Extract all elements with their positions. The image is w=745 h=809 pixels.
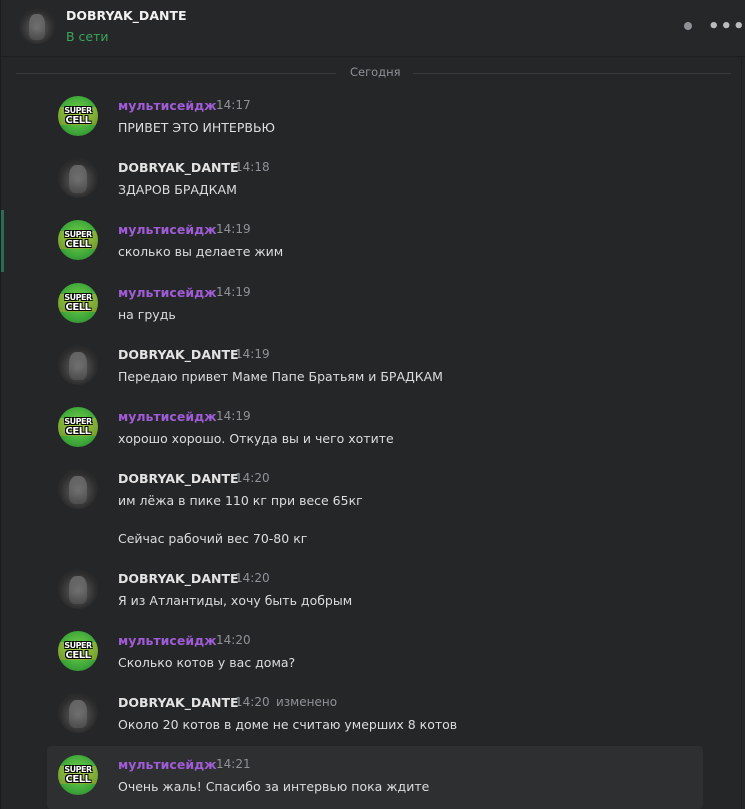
- message-text: хорошо хорошо. Откуда вы и чего хотите: [118, 431, 394, 446]
- contact-name[interactable]: DOBRYAK_DANTE: [66, 8, 187, 23]
- unread-indicator: [1, 210, 4, 272]
- avatar-logo-text: CELL: [65, 302, 91, 313]
- contact-avatar[interactable]: [19, 8, 55, 44]
- avatar-logo-text: SUPER: [64, 417, 92, 426]
- supercell-avatar[interactable]: SUPER CELL: [58, 407, 98, 447]
- message-text: Около 20 котов в доме не считаю умерших …: [118, 717, 458, 732]
- supercell-avatar[interactable]: SUPER CELL: [58, 96, 98, 136]
- avatar-logo-text: CELL: [65, 239, 91, 250]
- message-author[interactable]: мультисейдж: [118, 757, 217, 772]
- user-avatar[interactable]: [58, 158, 98, 198]
- avatar-logo-text: CELL: [65, 426, 91, 437]
- more-options-icon[interactable]: •••: [708, 16, 745, 37]
- user-avatar[interactable]: [58, 345, 98, 385]
- supercell-avatar[interactable]: SUPER CELL: [58, 220, 98, 260]
- message-text: ЗДАРОВ БРАДКАМ: [118, 182, 237, 197]
- chat-header: DOBRYAK_DANTE В сети •••: [1, 0, 745, 57]
- supercell-avatar[interactable]: SUPER CELL: [58, 631, 98, 671]
- message-author[interactable]: мультисейдж: [118, 409, 217, 424]
- message-text: Я из Атлантиды, хочу быть добрым: [118, 593, 353, 608]
- avatar-logo-text: CELL: [65, 115, 91, 126]
- message-text: сколько вы делаете жим: [118, 244, 284, 259]
- message-time: 14:20: [235, 571, 270, 585]
- message-author[interactable]: DOBRYAK_DANTE: [118, 695, 239, 710]
- date-divider-label: Сегодня: [350, 65, 401, 79]
- message-time: 14:17: [216, 98, 251, 112]
- status-dot-icon: [684, 22, 692, 30]
- message-text: Сколько котов у вас дома?: [118, 655, 296, 670]
- avatar-logo-text: CELL: [65, 650, 91, 661]
- edited-label: изменено: [276, 695, 338, 709]
- message-text: ПРИВЕТ ЭТО ИНТЕРВЬЮ: [118, 120, 276, 135]
- hovered-message-background: [47, 746, 703, 809]
- supercell-avatar[interactable]: SUPER CELL: [58, 755, 98, 795]
- message-text: Очень жаль! Спасибо за интервью пока жди…: [118, 779, 430, 794]
- message-author[interactable]: DOBRYAK_DANTE: [118, 471, 239, 486]
- message-time: 14:19: [216, 409, 251, 423]
- message-text-continued: Сейчас рабочий вес 70-80 кг: [118, 531, 308, 546]
- user-avatar[interactable]: [58, 569, 98, 609]
- message-time: 14:20: [216, 633, 251, 647]
- contact-status: В сети: [66, 29, 109, 44]
- message-time: 14:21: [216, 757, 251, 771]
- message-author[interactable]: DOBRYAK_DANTE: [118, 571, 239, 586]
- message-author[interactable]: DOBRYAK_DANTE: [118, 160, 239, 175]
- date-divider: Сегодня: [1, 65, 745, 83]
- message-author[interactable]: мультисейдж: [118, 633, 217, 648]
- avatar-logo-text: SUPER: [64, 765, 92, 774]
- avatar-logo-text: SUPER: [64, 293, 92, 302]
- message-time: 14:18: [235, 160, 270, 174]
- message-time: 14:19: [235, 347, 270, 361]
- avatar-logo-text: SUPER: [64, 106, 92, 115]
- message-time: 14:20: [235, 471, 270, 485]
- user-avatar[interactable]: [58, 469, 98, 509]
- user-avatar[interactable]: [58, 693, 98, 733]
- avatar-logo-text: CELL: [65, 774, 91, 785]
- message-text: им лёжа в пике 110 кг при весе 65кг: [118, 493, 363, 508]
- divider-line-left: [16, 73, 336, 74]
- message-author[interactable]: мультисейдж: [118, 222, 217, 237]
- scroll-track: [741, 58, 742, 809]
- avatar-logo-text: SUPER: [64, 641, 92, 650]
- message-text: Передаю привет Маме Папе Братьям и БРАДК…: [118, 369, 443, 384]
- message-text: на грудь: [118, 307, 176, 322]
- message-time: 14:19: [216, 222, 251, 236]
- message-author[interactable]: мультисейдж: [118, 285, 217, 300]
- message-time: 14:20: [235, 695, 270, 709]
- supercell-avatar[interactable]: SUPER CELL: [58, 283, 98, 323]
- message-time: 14:19: [216, 285, 251, 299]
- avatar-logo-text: SUPER: [64, 230, 92, 239]
- message-author[interactable]: мультисейдж: [118, 98, 217, 113]
- message-author[interactable]: DOBRYAK_DANTE: [118, 347, 239, 362]
- divider-line-right: [413, 73, 731, 74]
- chat-window: DOBRYAK_DANTE В сети ••• Сегодня SUPER C…: [0, 0, 745, 809]
